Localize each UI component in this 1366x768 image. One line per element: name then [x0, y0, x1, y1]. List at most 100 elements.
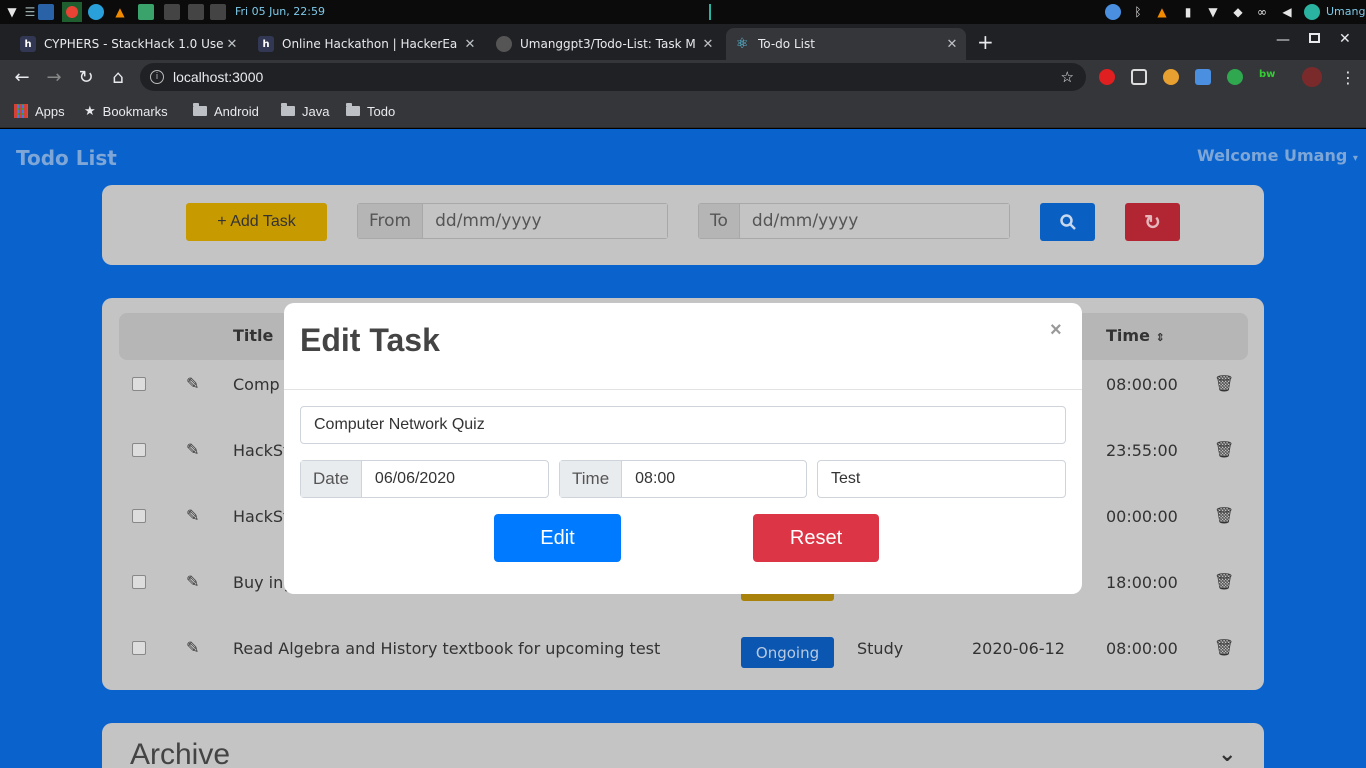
tab-cyphers[interactable]: h CYPHERS - StackHack 1.0 User ✕ [12, 28, 246, 60]
edit-icon[interactable]: ✎ [186, 572, 199, 591]
tab-title: Online Hackathon | HackerEa [282, 37, 458, 51]
to-date-field[interactable]: To dd/mm/yyyy [698, 203, 1010, 239]
task-title: Read Algebra and History textbook for up… [233, 639, 661, 658]
close-window-icon[interactable]: ✕ [1339, 31, 1351, 47]
trash-icon[interactable]: 🗑 [1214, 638, 1234, 657]
edit-icon[interactable]: ✎ [186, 440, 199, 459]
vlc-icon[interactable]: ▲ [112, 4, 128, 20]
chevron-down-icon[interactable]: ⌄ [1218, 742, 1236, 767]
edit-icon[interactable]: ✎ [186, 506, 199, 525]
address-bar[interactable]: i localhost:3000 ☆ [140, 63, 1086, 91]
terminal-icon[interactable] [164, 4, 180, 20]
edit-icon[interactable]: ✎ [186, 374, 199, 393]
tab-title: CYPHERS - StackHack 1.0 User [44, 37, 224, 51]
translate-extension-icon[interactable] [1195, 69, 1211, 85]
trash-icon[interactable]: 🗑 [1214, 440, 1234, 459]
bw-extension-icon[interactable]: bw [1259, 69, 1275, 85]
date-field[interactable]: Date 06/06/2020 [300, 460, 549, 498]
bookmark-label: Java [302, 103, 330, 119]
profile-avatar[interactable] [1302, 67, 1322, 87]
close-tab-icon[interactable]: ✕ [944, 37, 960, 52]
edit-icon[interactable]: ✎ [186, 638, 199, 657]
task-title-input[interactable]: Computer Network Quiz [300, 406, 1066, 444]
tab-todo-list[interactable]: ⚛ To-do List ✕ [726, 28, 966, 60]
task-checkbox[interactable] [132, 575, 146, 589]
task-checkbox[interactable] [132, 509, 146, 523]
pip-extension-icon[interactable] [1131, 69, 1147, 85]
bookmark-star-icon[interactable]: ☆ [1061, 68, 1074, 86]
clock[interactable]: Fri 05 Jun, 22:59 [235, 5, 325, 18]
account-icon[interactable] [1304, 4, 1320, 20]
task-date: 2020-06-12 [972, 639, 1065, 658]
edit-button[interactable]: Edit [494, 514, 621, 562]
task-time: 23:55:00 [1106, 441, 1178, 460]
col-title-header[interactable]: Title [233, 326, 273, 345]
home-icon[interactable]: ⌂ [107, 66, 129, 88]
welcome-dropdown[interactable]: Welcome Umang ▾ [1197, 146, 1358, 165]
bookmark-bookmarks[interactable]: ★ Bookmarks [84, 102, 168, 120]
tab-github[interactable]: Umanggpt3/Todo-List: Task M ✕ [488, 28, 722, 60]
to-date-input[interactable]: dd/mm/yyyy [739, 204, 1009, 238]
col-time-header[interactable]: Time ⇕ [1106, 326, 1165, 345]
adblock-extension-icon[interactable] [1099, 69, 1115, 85]
maximize-icon[interactable] [1309, 33, 1320, 43]
from-date-field[interactable]: From dd/mm/yyyy [357, 203, 668, 239]
bookmark-label: Todo [367, 103, 396, 119]
add-task-button[interactable]: + Add Task [186, 203, 327, 241]
vpn-icon[interactable]: ◆ [1230, 4, 1246, 20]
bluetooth-icon[interactable]: ᛒ [1130, 4, 1146, 20]
bookmark-android[interactable]: Android [193, 102, 259, 120]
close-tab-icon[interactable]: ✕ [462, 37, 478, 52]
files-icon[interactable] [38, 4, 54, 20]
network-icon[interactable] [1105, 4, 1121, 20]
menu-triangle-icon[interactable]: ▼ [4, 4, 20, 20]
navbar-brand[interactable]: Todo List [16, 146, 117, 170]
search-button[interactable] [1040, 203, 1095, 241]
wifi-icon[interactable]: ▼ [1205, 4, 1221, 20]
terminal-icon[interactable] [188, 4, 204, 20]
trash-icon[interactable]: 🗑 [1214, 506, 1234, 525]
menu-kebab-icon[interactable]: ⋮ [1340, 68, 1356, 87]
back-icon[interactable]: ← [11, 66, 33, 88]
close-tab-icon[interactable]: ✕ [700, 37, 716, 52]
bookmark-java[interactable]: Java [281, 102, 329, 120]
time-input[interactable]: 08:00 [622, 461, 806, 497]
refresh-button[interactable]: ↻ [1125, 203, 1180, 241]
from-date-input[interactable]: dd/mm/yyyy [423, 204, 667, 238]
folder-icon[interactable] [138, 4, 154, 20]
terminal-icon[interactable] [210, 4, 226, 20]
new-tab-icon[interactable]: + [977, 30, 994, 54]
close-tab-icon[interactable]: ✕ [224, 37, 240, 52]
vlc-tray-icon[interactable]: ▲ [1154, 4, 1170, 20]
reload-icon[interactable]: ↻ [75, 66, 97, 88]
bookmark-todo[interactable]: Todo [346, 102, 395, 120]
trash-icon[interactable]: 🗑 [1214, 572, 1234, 591]
telegram-icon[interactable] [88, 4, 104, 20]
archive-card[interactable] [102, 723, 1264, 768]
forward-icon[interactable]: → [43, 66, 65, 88]
tab-title: To-do List [758, 37, 815, 51]
task-checkbox[interactable] [132, 377, 146, 391]
reset-button[interactable]: Reset [753, 514, 879, 562]
volume-icon[interactable]: ◀ [1279, 4, 1295, 20]
time-field[interactable]: Time 08:00 [559, 460, 807, 498]
task-checkbox[interactable] [132, 641, 146, 655]
clipboard-icon[interactable]: ▮ [1180, 4, 1196, 20]
system-username[interactable]: Umang [1326, 5, 1365, 18]
bookmark-apps[interactable]: Apps [14, 102, 65, 120]
info-icon[interactable]: i [150, 70, 164, 84]
minimize-icon[interactable]: — [1276, 32, 1290, 48]
task-checkbox[interactable] [132, 443, 146, 457]
bookmark-label: Apps [35, 103, 65, 119]
link-icon[interactable]: ∞ [1254, 4, 1270, 20]
green-extension-icon[interactable] [1227, 69, 1243, 85]
bookmark-label: Bookmarks [102, 103, 168, 119]
trash-icon[interactable]: 🗑 [1214, 374, 1234, 393]
chrome-icon[interactable] [62, 2, 82, 22]
date-input[interactable]: 06/06/2020 [362, 461, 548, 497]
owl-extension-icon[interactable] [1163, 69, 1179, 85]
close-icon[interactable]: × [1050, 319, 1062, 342]
tab-hackerearth[interactable]: h Online Hackathon | HackerEa ✕ [250, 28, 484, 60]
launcher-icon[interactable]: ☰ [22, 4, 38, 20]
label-input[interactable]: Test [817, 460, 1066, 498]
